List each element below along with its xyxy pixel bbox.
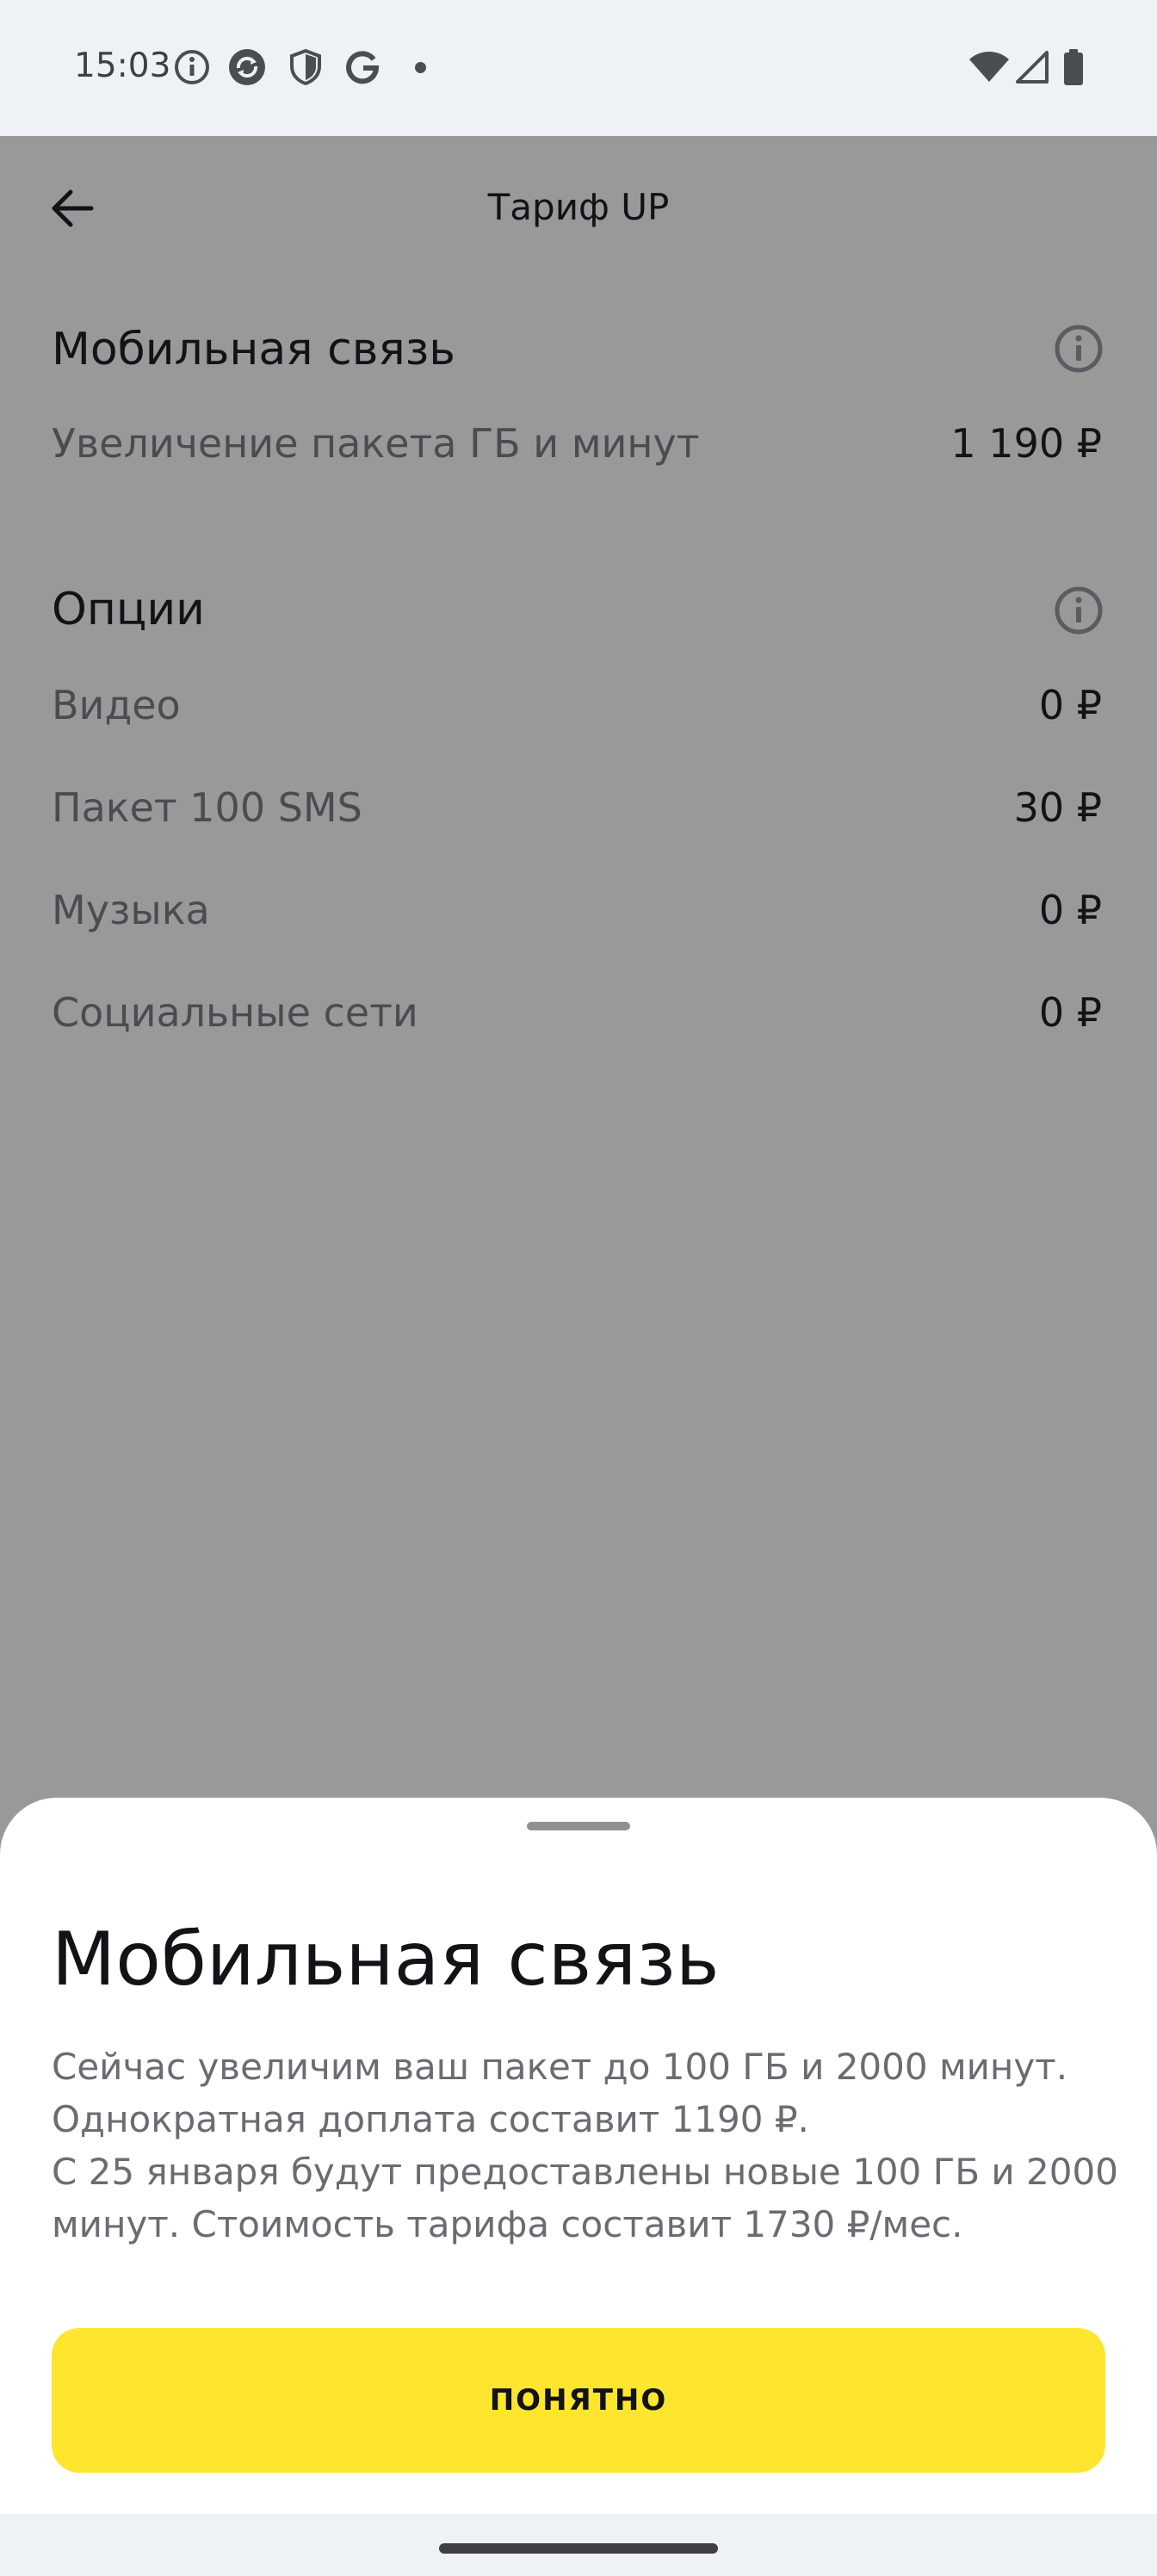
sheet-description: Сейчас увеличим ваш пакет до 100 ГБ и 20… xyxy=(52,2040,1118,2251)
status-time: 15:03 xyxy=(74,46,171,85)
section-title-options: Опции xyxy=(52,584,205,635)
ok-button[interactable]: ПОНЯТНО xyxy=(52,2328,1105,2473)
google-icon xyxy=(346,51,380,84)
sheet-description-line: Однократная доплата составит 1190 ₽. xyxy=(52,2098,809,2140)
bottom-sheet: Мобильная связь Сейчас увеличим ваш паке… xyxy=(0,1798,1157,2514)
navigation-bar xyxy=(0,2514,1157,2576)
options-info-icon[interactable] xyxy=(1052,584,1105,637)
sheet-description-line: Сейчас увеличим ваш пакет до 100 ГБ и 20… xyxy=(52,2046,1068,2088)
option-row-label: Социальные сети xyxy=(52,989,418,1036)
vpn-sync-icon xyxy=(229,49,265,85)
sheet-drag-handle[interactable] xyxy=(527,1822,630,1830)
wifi-icon xyxy=(969,52,1009,82)
page-title: Тариф UP xyxy=(487,186,670,228)
option-row-value: 0 ₽ xyxy=(1038,887,1102,933)
sheet-description-line: С 25 января будут предоставлены новые 10… xyxy=(52,2151,1118,2193)
mobile-info-icon[interactable] xyxy=(1052,322,1105,375)
option-row-value: 30 ₽ xyxy=(1013,784,1102,831)
option-row-label: Пакет 100 SMS xyxy=(52,784,362,831)
sheet-title: Мобильная связь xyxy=(52,1917,720,2003)
dot-icon xyxy=(415,62,426,73)
status-bar: 15:03 xyxy=(0,0,1157,136)
battery-icon xyxy=(1064,49,1083,85)
option-row-value: 0 ₽ xyxy=(1038,989,1102,1036)
mobile-row-label: Увеличение пакета ГБ и минут xyxy=(52,420,700,467)
option-row-label: Видео xyxy=(52,682,181,728)
info-icon xyxy=(175,50,209,84)
sheet-description-line: минут. Стоимость тарифа составит 1730 ₽/… xyxy=(52,2203,963,2245)
option-row-label: Музыка xyxy=(52,887,210,933)
section-title-mobile: Мобильная связь xyxy=(52,324,455,375)
home-indicator[interactable] xyxy=(439,2543,718,2554)
signal-icon xyxy=(1016,51,1049,84)
option-row-value: 0 ₽ xyxy=(1038,682,1102,728)
shield-icon xyxy=(290,48,321,86)
mobile-row-value: 1 190 ₽ xyxy=(950,420,1102,467)
